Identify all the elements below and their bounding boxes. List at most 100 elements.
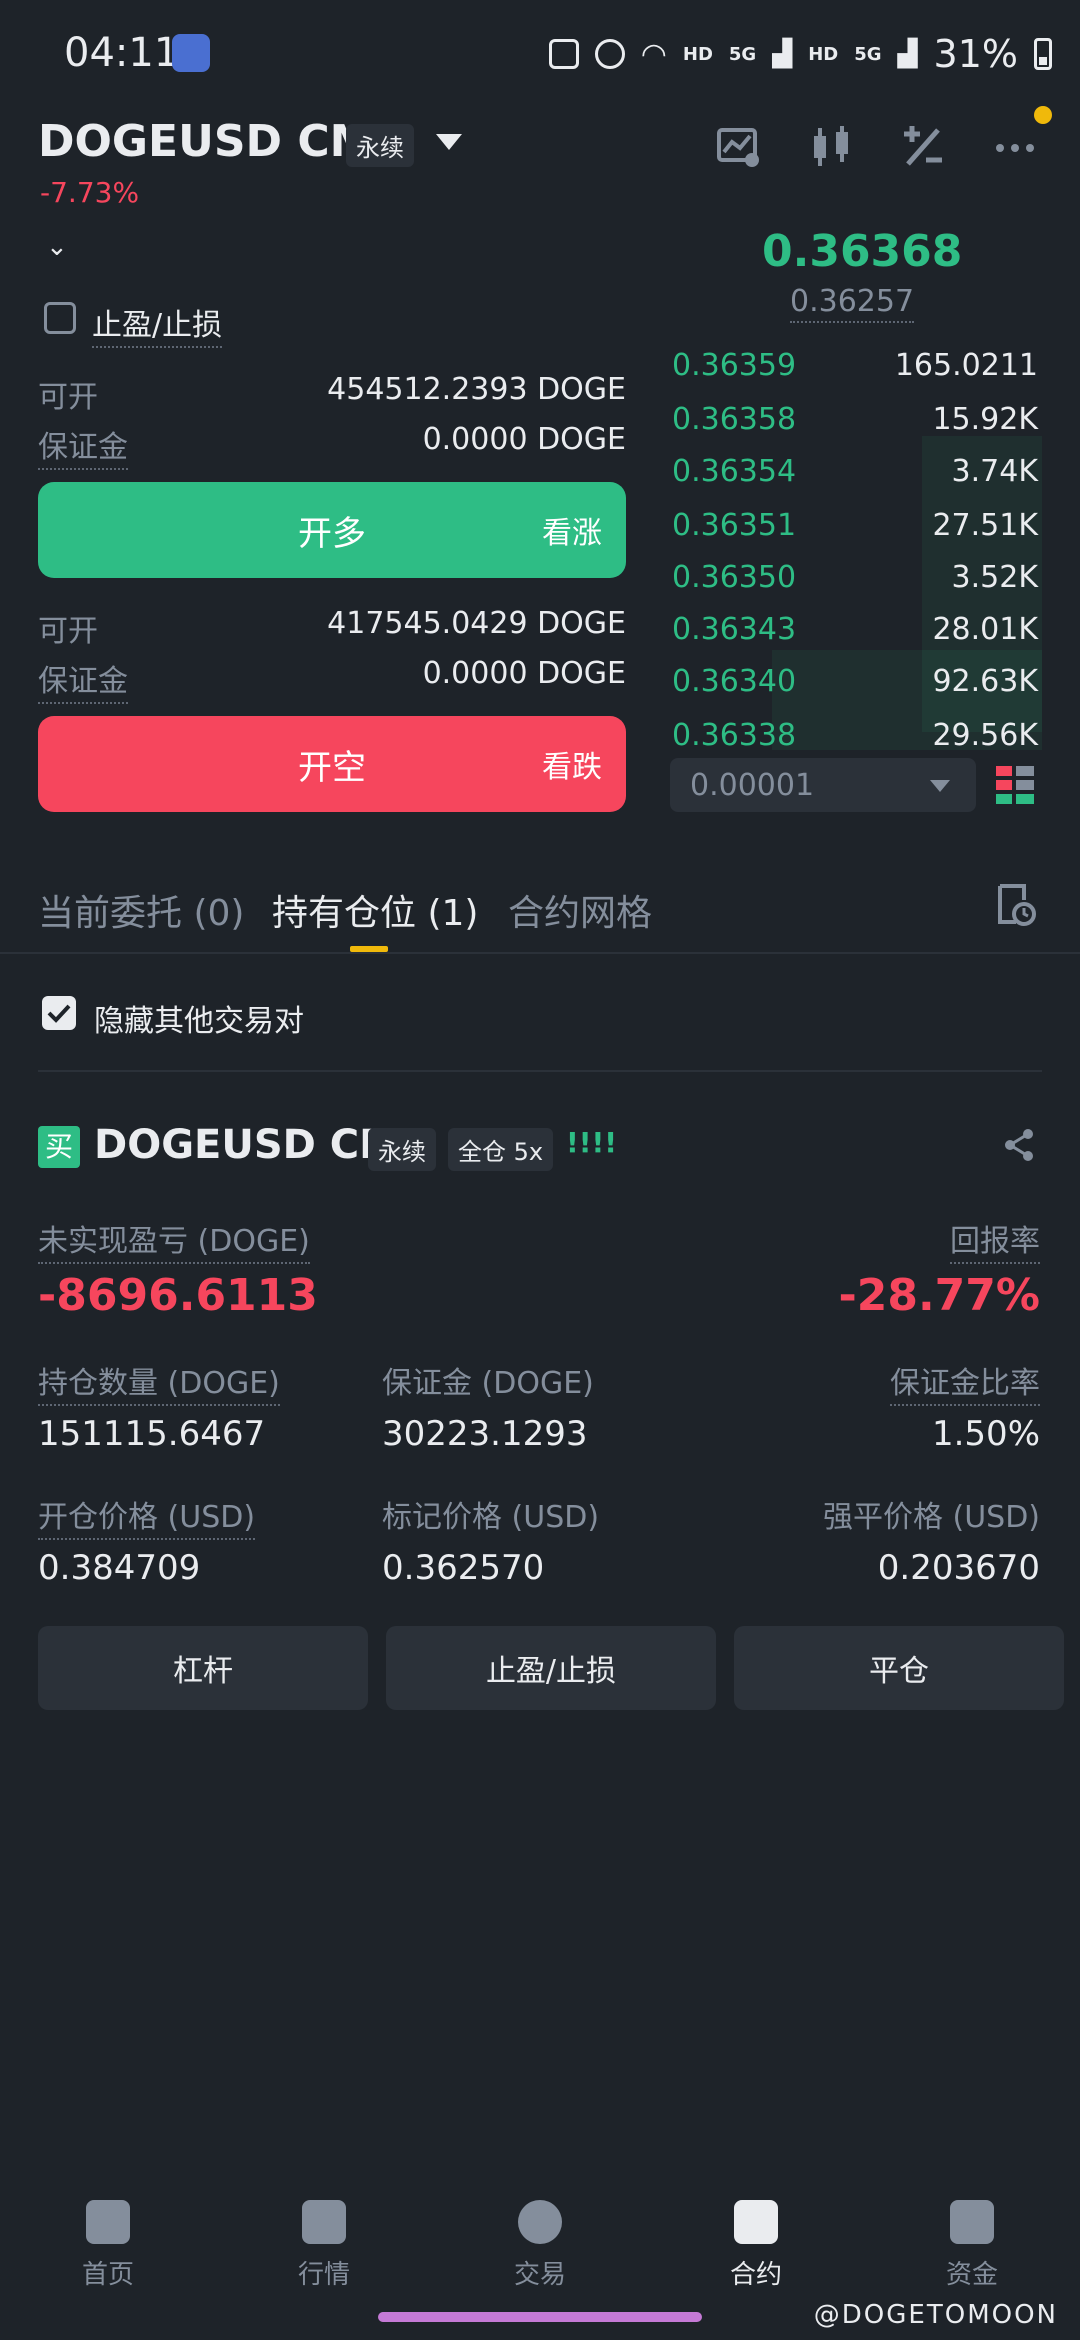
network-label-1: 5G (728, 43, 757, 65)
home-icon (86, 2200, 130, 2244)
entry-price-value: 0.384709 (38, 1548, 201, 1588)
roe-label[interactable]: 回报率 (950, 1216, 1040, 1264)
open-long-button[interactable]: 开多 看涨 (38, 482, 626, 578)
bid-price[interactable]: 0.36358 (672, 402, 796, 437)
tab-grid[interactable]: 合约网格 (508, 884, 652, 936)
long-margin-value: 0.0000 DOGE (422, 422, 626, 457)
buy-side-badge: 买 (38, 1126, 80, 1168)
bid-qty: 165.0211 (894, 348, 1038, 383)
nav-wallet-label: 资金 (945, 2260, 998, 2290)
perpetual-tag: 永续 (346, 124, 414, 167)
short-available-label: 可开 (38, 614, 98, 649)
position-size-label[interactable]: 持仓数量 (DOGE) (38, 1358, 280, 1406)
bid-qty: 3.52K (951, 560, 1038, 595)
nav-trade-label: 交易 (513, 2260, 566, 2290)
notification-dot (1034, 106, 1052, 124)
futures-icon (734, 2200, 778, 2244)
bid-price[interactable]: 0.36351 (672, 508, 796, 543)
symbol-title[interactable]: DOGEUSD CM (38, 116, 373, 167)
margin-ratio-value: 1.50% (931, 1414, 1040, 1454)
nav-trade[interactable]: 交易 (470, 2200, 610, 2291)
short-margin-label: 保证金 (38, 656, 128, 704)
network-label-2: 5G (854, 43, 882, 65)
long-available-label: 可开 (38, 380, 98, 415)
battery-percent: 31% (933, 32, 1018, 76)
nav-futures-label: 合约 (729, 2260, 782, 2290)
battery-saver-icon (548, 39, 579, 69)
section-divider (38, 1070, 1042, 1072)
unrealized-pnl-value: -8696.6113 (38, 1270, 318, 1321)
risk-indicator: !!!! (566, 1126, 618, 1159)
percent-icon[interactable] (900, 124, 946, 170)
bid-price[interactable]: 0.36350 (672, 560, 796, 595)
position-perp-tag: 永续 (368, 1128, 436, 1171)
entry-price-label[interactable]: 开仓价格 (USD) (38, 1492, 256, 1540)
signal-icon-2: ▟ (897, 39, 918, 69)
open-short-button[interactable]: 开空 看跌 (38, 716, 626, 812)
liq-price-value: 0.203670 (877, 1548, 1040, 1588)
bid-price[interactable]: 0.36343 (672, 612, 796, 647)
roe-value: -28.77% (838, 1270, 1040, 1321)
short-available-value: 417545.0429 DOGE (327, 606, 626, 641)
position-symbol[interactable]: DOGEUSD CM (94, 1122, 399, 1168)
chevron-down-icon[interactable]: ⌄ (46, 232, 68, 262)
status-bar: 04:11 ◠ HD 5G ▟ HD 5G ▟ 31% (0, 20, 1080, 90)
history-icon[interactable] (996, 884, 1036, 926)
nav-futures[interactable]: 合约 (686, 2200, 826, 2291)
signal-icon-1: ▟ (772, 39, 793, 69)
last-price: 0.36368 (762, 226, 963, 277)
price-change: -7.73% (40, 176, 140, 209)
bid-price[interactable]: 0.36338 (672, 718, 796, 753)
unrealized-pnl-label[interactable]: 未实现盈亏 (DOGE) (38, 1216, 310, 1264)
position-mode-tag[interactable]: 全仓 5x (448, 1128, 554, 1171)
nav-markets[interactable]: 行情 (254, 2200, 394, 2291)
chevron-down-icon (930, 780, 950, 792)
alarm-icon (594, 39, 625, 69)
bid-price[interactable]: 0.36340 (672, 664, 796, 699)
nav-home-label: 首页 (81, 2260, 134, 2290)
bid-price[interactable]: 0.36359 (672, 348, 796, 383)
status-right: ◠ HD 5G ▟ HD 5G ▟ 31% (548, 32, 1052, 76)
candlestick-icon[interactable] (808, 124, 854, 170)
mark-price-value: 0.362570 (382, 1548, 545, 1588)
share-icon[interactable] (1002, 1128, 1036, 1162)
close-position-button[interactable]: 平仓 (734, 1626, 1064, 1710)
status-time: 04:11 (64, 30, 180, 76)
bid-qty: 29.56K (932, 718, 1038, 753)
bid-price[interactable]: 0.36354 (672, 454, 796, 489)
margin-ratio-label[interactable]: 保证金比率 (890, 1358, 1040, 1406)
orderbook-layout-icon[interactable] (996, 766, 1034, 804)
watermark: @DOGETOMOON (813, 2300, 1058, 2330)
open-short-label: 开空 (298, 747, 366, 788)
app-notification-icon (172, 34, 210, 72)
hide-pairs-label[interactable]: 隐藏其他交易对 (94, 996, 304, 1040)
open-long-side: 看涨 (542, 516, 602, 551)
leverage-button[interactable]: 杠杆 (38, 1626, 368, 1710)
nav-wallet[interactable]: 资金 (902, 2200, 1042, 2291)
position-size-value: 151115.6467 (38, 1414, 266, 1454)
tab-positions[interactable]: 持有仓位 (1) (272, 884, 478, 936)
open-long-label: 开多 (298, 513, 366, 554)
tpsl-button[interactable]: 止盈/止损 (386, 1626, 716, 1710)
markets-icon (302, 2200, 346, 2244)
bid-qty: 92.63K (932, 664, 1038, 699)
tick-size-select[interactable]: 0.00001 (670, 758, 976, 812)
liq-price-label: 强平价格 (USD) (822, 1500, 1040, 1535)
tpsl-label[interactable]: 止盈/止损 (92, 300, 223, 348)
wifi-icon: ◠ (640, 36, 667, 72)
home-indicator[interactable] (378, 2312, 702, 2322)
bid-qty: 15.92K (932, 402, 1038, 437)
bid-qty: 28.01K (932, 612, 1038, 647)
tab-open-orders[interactable]: 当前委托 (0) (38, 884, 244, 936)
chart-icon[interactable] (716, 124, 762, 170)
symbol-dropdown-icon[interactable] (436, 134, 462, 150)
mark-price-label: 标记价格 (USD) (382, 1500, 600, 1535)
more-icon[interactable] (992, 124, 1038, 170)
trade-icon (518, 2200, 562, 2244)
tick-size-value: 0.00001 (690, 768, 815, 803)
hide-pairs-checkbox[interactable] (42, 996, 76, 1030)
tpsl-checkbox[interactable] (44, 302, 76, 334)
long-margin-label: 保证金 (38, 422, 128, 470)
nav-home[interactable]: 首页 (38, 2200, 178, 2291)
battery-icon (1034, 38, 1052, 70)
